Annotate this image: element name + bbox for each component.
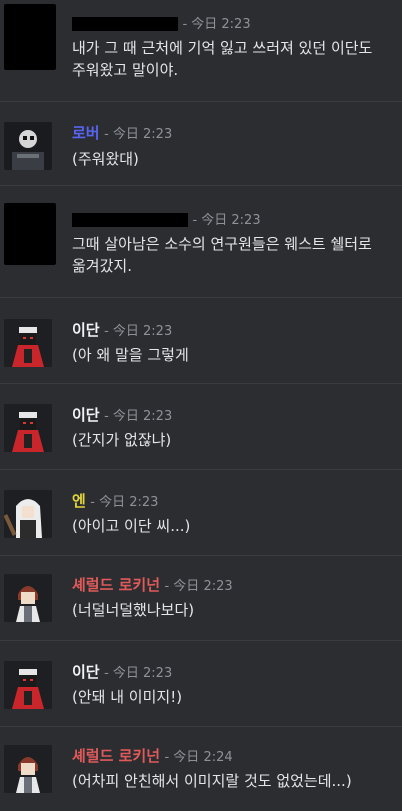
red-cloak-avatar-icon	[4, 319, 52, 367]
redacted-author-name	[72, 213, 188, 227]
message: 셰럴드 로키넌 - 今日 2:23 (너덜너덜했나보다)	[0, 556, 402, 641]
message: 셰럴드 로키넌 - 今日 2:24 (어차피 안친해서 이미지랄 것도 없었는데…	[0, 727, 402, 811]
timestamp: - 今日 2:23	[192, 213, 261, 228]
timestamp: - 今日 2:23	[164, 579, 233, 594]
avatar[interactable]	[4, 4, 56, 70]
avatar[interactable]	[4, 203, 56, 265]
skull-mask-avatar-icon	[4, 122, 52, 170]
message: 이단 - 今日 2:23 (간지가 없잖냐)	[0, 384, 402, 470]
message: 이단 - 今日 2:23 (아 왜 말을 그렇게	[0, 298, 402, 384]
avatar[interactable]	[4, 745, 52, 793]
message-text: 내가 그 때 근처에 기억 잃고 쓰러져 있던 이단도 주워왔고 말이야.	[72, 39, 373, 79]
author-name[interactable]: 셰럴드 로키넌	[72, 576, 160, 594]
timestamp: - 今日 2:23	[104, 409, 173, 424]
avatar[interactable]	[4, 404, 52, 452]
message: - 今日 2:23 내가 그 때 근처에 기억 잃고 쓰러져 있던 이단도 주워…	[0, 0, 402, 102]
message-text: (어차피 안친해서 이미지랄 것도 없었는데...)	[72, 772, 352, 790]
message-text: (주워왔대)	[72, 150, 139, 168]
avatar[interactable]	[4, 319, 52, 367]
message-text: (안돼 내 이미지!)	[72, 688, 183, 706]
avatar[interactable]	[4, 661, 52, 709]
brown-hair-avatar-icon	[4, 574, 52, 622]
author-name[interactable]: 로버	[72, 124, 100, 142]
message-text: (아이고 이단 씨...)	[72, 517, 191, 535]
message-text: 그때 살아남은 소수의 연구원들은 웨스트 쉘터로 옮겨갔지.	[72, 235, 372, 275]
timestamp: - 今日 2:23	[90, 495, 159, 510]
red-cloak-avatar-icon	[4, 661, 52, 709]
message-text: (아 왜 말을 그렇게	[72, 346, 189, 364]
message: 이단 - 今日 2:23 (안돼 내 이미지!)	[0, 641, 402, 727]
avatar[interactable]	[4, 490, 52, 538]
message: 로버 - 今日 2:23 (주워왔대)	[0, 102, 402, 186]
white-hair-avatar-icon	[4, 490, 52, 538]
author-name[interactable]: 엔	[72, 492, 86, 510]
redacted-author-name	[72, 17, 178, 31]
avatar[interactable]	[4, 574, 52, 622]
message-text: (간지가 없잖냐)	[72, 431, 172, 449]
author-name[interactable]: 이단	[72, 406, 100, 424]
author-name[interactable]: 이단	[72, 321, 100, 339]
timestamp: - 今日 2:23	[182, 17, 251, 32]
brown-hair-avatar-icon	[4, 745, 52, 793]
chat-log: - 今日 2:23 내가 그 때 근처에 기억 잃고 쓰러져 있던 이단도 주워…	[0, 0, 402, 811]
red-cloak-avatar-icon	[4, 404, 52, 452]
author-name[interactable]: 이단	[72, 663, 100, 681]
message: 엔 - 今日 2:23 (아이고 이단 씨...)	[0, 470, 402, 556]
timestamp: - 今日 2:23	[104, 324, 173, 339]
author-name[interactable]: 셰럴드 로키넌	[72, 747, 160, 765]
timestamp: - 今日 2:24	[164, 750, 233, 765]
timestamp: - 今日 2:23	[104, 666, 173, 681]
avatar[interactable]	[4, 122, 52, 170]
message-text: (너덜너덜했나보다)	[72, 601, 195, 619]
timestamp: - 今日 2:23	[104, 127, 173, 142]
message: - 今日 2:23 그때 살아남은 소수의 연구원들은 웨스트 쉘터로 옮겨갔지…	[0, 186, 402, 298]
